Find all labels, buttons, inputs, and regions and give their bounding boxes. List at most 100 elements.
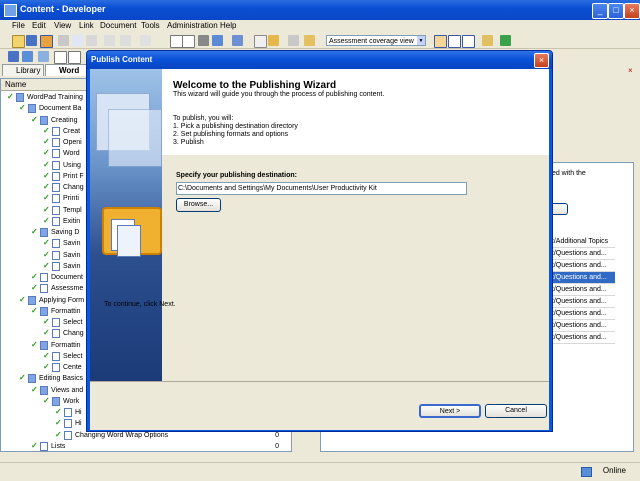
paste-icon[interactable] [86,35,97,46]
dialog-close-icon[interactable]: × [534,53,549,68]
document-icon [28,374,36,384]
menu-tools[interactable]: Tools [141,21,160,30]
right-panel-row[interactable]: nt/Questions and... [548,272,615,284]
wizard-step-1: 1. Pick a publishing destination directo… [173,123,298,130]
check-icon: ✓ [31,305,38,315]
layout-grid-icon[interactable] [462,35,475,48]
save-icon[interactable] [26,35,37,46]
chevron-down-icon[interactable]: ▼ [417,36,425,45]
outline-icon[interactable] [38,51,49,62]
menu-link[interactable]: Link [79,21,94,30]
document-icon [40,115,48,125]
right-panel-row[interactable]: nt/Questions and... [548,260,615,272]
tree-row-label: Formattin [51,341,81,349]
link-icon[interactable] [22,51,33,62]
document-icon [40,228,48,237]
check-icon: ✓ [19,294,26,304]
edit-icon[interactable] [268,35,279,46]
right-panel-row[interactable]: nt/Questions and... [548,284,615,296]
destination-input[interactable]: C:\Documents and Settings\My Documents\U… [176,182,467,195]
layout-single-icon[interactable] [434,35,447,48]
tree-row-label: Work [63,397,80,405]
publish-content-dialog: Publish Content × Welcome to the Publish… [86,50,553,432]
help-icon[interactable] [232,35,243,46]
menu-administration[interactable]: Administration [167,21,218,30]
menu-edit[interactable]: Edit [32,21,46,30]
tab-library[interactable]: Library [2,64,44,76]
window-title: Content - Developer [20,4,106,14]
document-icon [40,340,48,350]
spell-check-icon[interactable] [212,35,223,46]
minimize-button[interactable]: _ [592,3,608,19]
check-icon: ✓ [43,328,50,338]
right-panel-row[interactable]: nt/Questions and... [548,332,615,344]
tab-library-label: Library [16,66,41,75]
right-panel-row[interactable]: nt/Questions and... [548,296,615,308]
tree-row-label: Savin [63,251,81,259]
check-icon: ✓ [55,418,62,428]
dialog-title-bar[interactable]: Publish Content × [87,51,552,69]
properties-icon[interactable] [254,35,267,48]
tree-row-label: Printi [63,195,79,203]
right-panel-row[interactable]: nt/Additional Topics [548,236,615,248]
check-icon: ✓ [43,317,50,326]
dialog-title: Publish Content [91,55,153,64]
redo-icon[interactable] [140,35,151,46]
delete-icon[interactable] [104,35,115,46]
tree-row-label: Select [63,352,83,360]
tree-row-label: Editing Basics [39,375,83,383]
refresh-icon[interactable] [500,35,511,46]
document-icon [52,171,60,181]
close-button[interactable]: × [624,3,640,19]
print-icon[interactable] [288,35,299,46]
document-icon [52,194,60,204]
tree-row-label: Creat [63,127,81,135]
app-title-bar[interactable]: Content - Developer _ □ × [0,0,640,20]
maximize-button[interactable]: □ [608,3,624,19]
right-panel-row[interactable]: nt/Questions and... [548,248,615,260]
new-document-icon[interactable] [8,51,19,62]
undo-icon[interactable] [120,35,131,46]
cancel-button[interactable]: Cancel [485,404,547,418]
document-icon [52,138,60,147]
view-select-value: Assessment coverage view [329,38,414,45]
view-select[interactable]: Assessment coverage view ▼ [326,35,426,46]
wizard-heading: Welcome to the Publishing Wizard [173,80,337,91]
wizard-footer: Next > Cancel [90,381,549,430]
menu-view[interactable]: View [54,21,71,30]
tab-active[interactable]: Word [45,64,90,76]
menu-help[interactable]: Help [220,21,236,30]
menu-file[interactable]: File [12,21,25,30]
publish-icon[interactable] [40,35,53,48]
tree-row-label: Document Ba [39,105,82,113]
collapse-icon[interactable] [182,35,195,48]
document-icon [52,205,60,215]
open-folder-icon[interactable] [12,35,25,48]
package-icon[interactable] [304,35,315,46]
close-panel-icon[interactable]: × [628,67,636,75]
check-icon: ✓ [55,429,62,439]
right-panel-row[interactable]: nt/Questions and... [548,308,615,320]
menu-document[interactable]: Document [100,21,136,30]
tree-row-label: Hi [75,420,82,428]
check-icon: ✓ [43,159,50,169]
tree-row-label: Print F [63,172,84,180]
tree-row-label: Formattin [51,307,81,315]
layout-split-icon[interactable] [448,35,461,48]
layout-options-icon[interactable] [482,35,493,46]
right-panel-row[interactable]: nt/Questions and... [548,320,615,332]
document-icon [28,104,36,114]
cut-icon[interactable] [58,35,69,46]
document-icon [52,250,60,260]
wizard-subheading: This wizard will guide you through the p… [173,91,385,98]
wizard-step-2: 2. Set publishing formats and options [173,131,289,138]
copy-icon[interactable] [72,35,83,46]
document-icon [52,318,60,327]
browse-button[interactable]: Browse... [176,198,221,212]
tree-row[interactable]: ✓ Lists 0 [1,441,289,452]
check-icon: ✓ [31,272,38,281]
find-icon[interactable] [198,35,209,46]
tree-row-label: Select [63,319,83,326]
check-icon: ✓ [43,137,50,146]
next-button[interactable]: Next > [419,404,481,418]
